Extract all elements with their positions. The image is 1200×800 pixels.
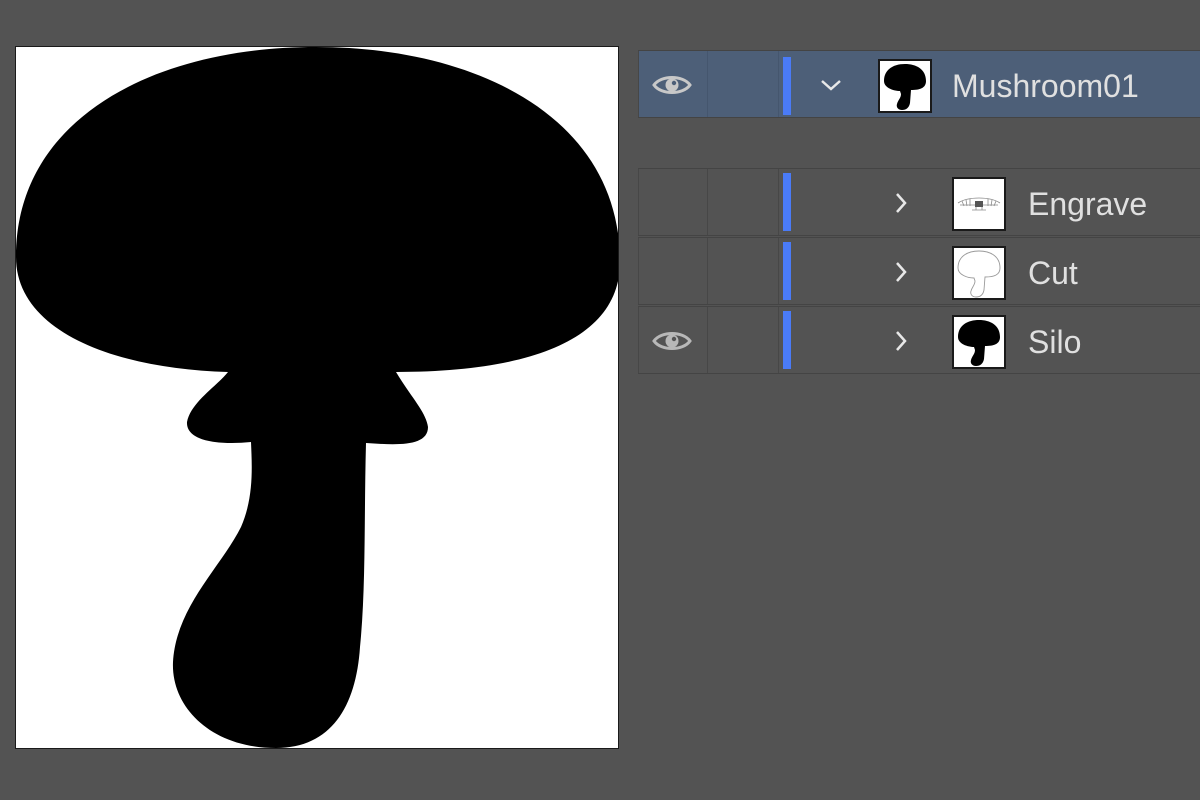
- layer-thumbnail: [952, 315, 1006, 369]
- visibility-toggle[interactable]: [652, 70, 692, 100]
- mushroom-artwork[interactable]: [16, 47, 618, 748]
- cell-divider: [707, 169, 708, 235]
- layer-row-mushroom01[interactable]: Mushroom01: [638, 50, 1200, 118]
- row-edge: [638, 169, 639, 235]
- layer-row-silo[interactable]: Silo: [638, 306, 1200, 374]
- mushroom-silhouette[interactable]: [16, 47, 618, 748]
- layer-thumbnail: [952, 246, 1006, 300]
- cut-outline-thumbnail-icon: [957, 250, 1001, 298]
- layer-name[interactable]: Silo: [1028, 324, 1081, 360]
- chevron-down-icon: [821, 80, 841, 91]
- layer-row-cut[interactable]: Cut: [638, 237, 1200, 305]
- cell-divider: [707, 238, 708, 304]
- layer-color-bar: [783, 311, 791, 369]
- layer-name[interactable]: Engrave: [1028, 186, 1147, 222]
- layers-panel: Mushroom01 Engrave Cut Silo: [638, 48, 1200, 374]
- visibility-toggle[interactable]: [652, 257, 692, 287]
- cell-divider: [707, 51, 708, 117]
- eye-icon: [652, 332, 692, 350]
- illustrator-workspace: Mushroom01 Engrave Cut Silo: [0, 0, 1200, 800]
- expand-toggle[interactable]: [889, 260, 913, 284]
- cell-divider: [778, 51, 779, 117]
- eye-icon: [652, 76, 692, 94]
- layer-name[interactable]: Mushroom01: [952, 68, 1139, 104]
- silo-thumbnail-icon: [958, 320, 1000, 366]
- row-edge: [638, 238, 639, 304]
- expand-toggle[interactable]: [889, 191, 913, 215]
- cell-divider: [778, 238, 779, 304]
- artboard[interactable]: [15, 46, 619, 749]
- layer-color-bar: [783, 57, 791, 115]
- row-edge: [638, 51, 639, 117]
- cell-divider: [778, 169, 779, 235]
- chevron-right-icon: [896, 331, 907, 351]
- layer-name[interactable]: Cut: [1028, 255, 1078, 291]
- row-edge: [638, 307, 639, 373]
- layer-row-engrave[interactable]: Engrave: [638, 168, 1200, 236]
- expand-toggle[interactable]: [819, 73, 843, 97]
- layer-thumbnail: [952, 177, 1006, 231]
- mushroom-thumbnail-icon: [884, 64, 926, 110]
- layer-thumbnail: [878, 59, 932, 113]
- chevron-right-icon: [896, 262, 907, 282]
- cell-divider: [707, 307, 708, 373]
- expand-toggle[interactable]: [889, 329, 913, 353]
- layer-color-bar: [783, 242, 791, 300]
- layer-color-bar: [783, 173, 791, 231]
- cell-divider: [778, 307, 779, 373]
- visibility-toggle[interactable]: [652, 326, 692, 356]
- engrave-thumbnail-icon: [957, 197, 1001, 211]
- visibility-toggle[interactable]: [652, 188, 692, 218]
- chevron-right-icon: [896, 193, 907, 213]
